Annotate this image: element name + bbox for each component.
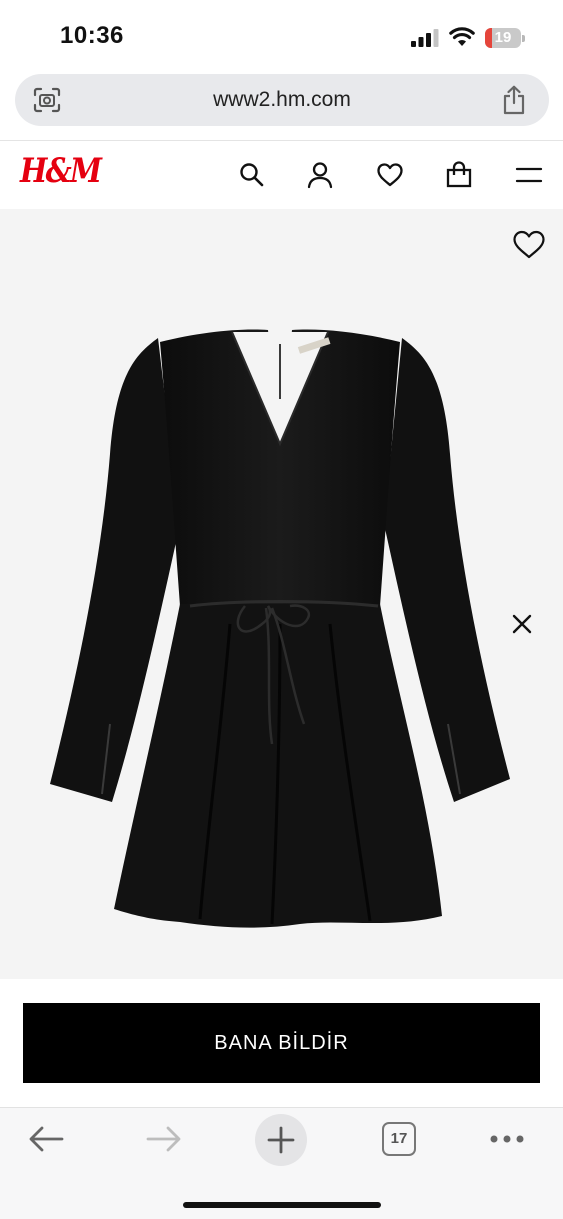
page-scan-icon[interactable] — [33, 87, 61, 113]
address-bar[interactable]: www2.hm.com — [15, 74, 549, 126]
account-icon[interactable] — [306, 161, 334, 189]
hm-logo[interactable]: H&M — [20, 151, 102, 191]
favorites-heart-icon[interactable] — [376, 161, 404, 189]
more-icon[interactable] — [489, 1134, 525, 1144]
wifi-icon — [449, 27, 475, 46]
black-dress-image — [50, 329, 510, 928]
site-header: H&M — [0, 141, 563, 209]
forward-arrow-icon[interactable] — [146, 1125, 182, 1153]
search-icon[interactable] — [238, 161, 266, 189]
status-time: 10:36 — [60, 22, 124, 49]
battery-icon: 19 — [485, 28, 525, 48]
notify-me-button[interactable]: BANA BİLDİR — [23, 1003, 540, 1083]
menu-icon[interactable] — [515, 161, 543, 189]
close-icon[interactable] — [509, 611, 535, 637]
tabs-icon[interactable]: 17 — [382, 1122, 416, 1156]
product-image-area[interactable] — [0, 209, 563, 979]
cta-container: BANA BİLDİR — [0, 979, 563, 1107]
shopping-bag-icon[interactable] — [445, 161, 473, 189]
battery-level: 19 — [494, 29, 512, 46]
back-arrow-icon[interactable] — [28, 1125, 64, 1153]
url-text[interactable]: www2.hm.com — [15, 74, 549, 126]
status-bar: 10:36 19 — [0, 0, 563, 72]
home-indicator — [183, 1202, 381, 1208]
share-icon[interactable] — [501, 85, 527, 115]
browser-toolbar: 17 — [0, 1107, 563, 1219]
new-tab-plus-icon[interactable] — [267, 1126, 295, 1154]
heart-outline-icon[interactable] — [512, 229, 546, 261]
cellular-signal-icon — [411, 29, 439, 47]
